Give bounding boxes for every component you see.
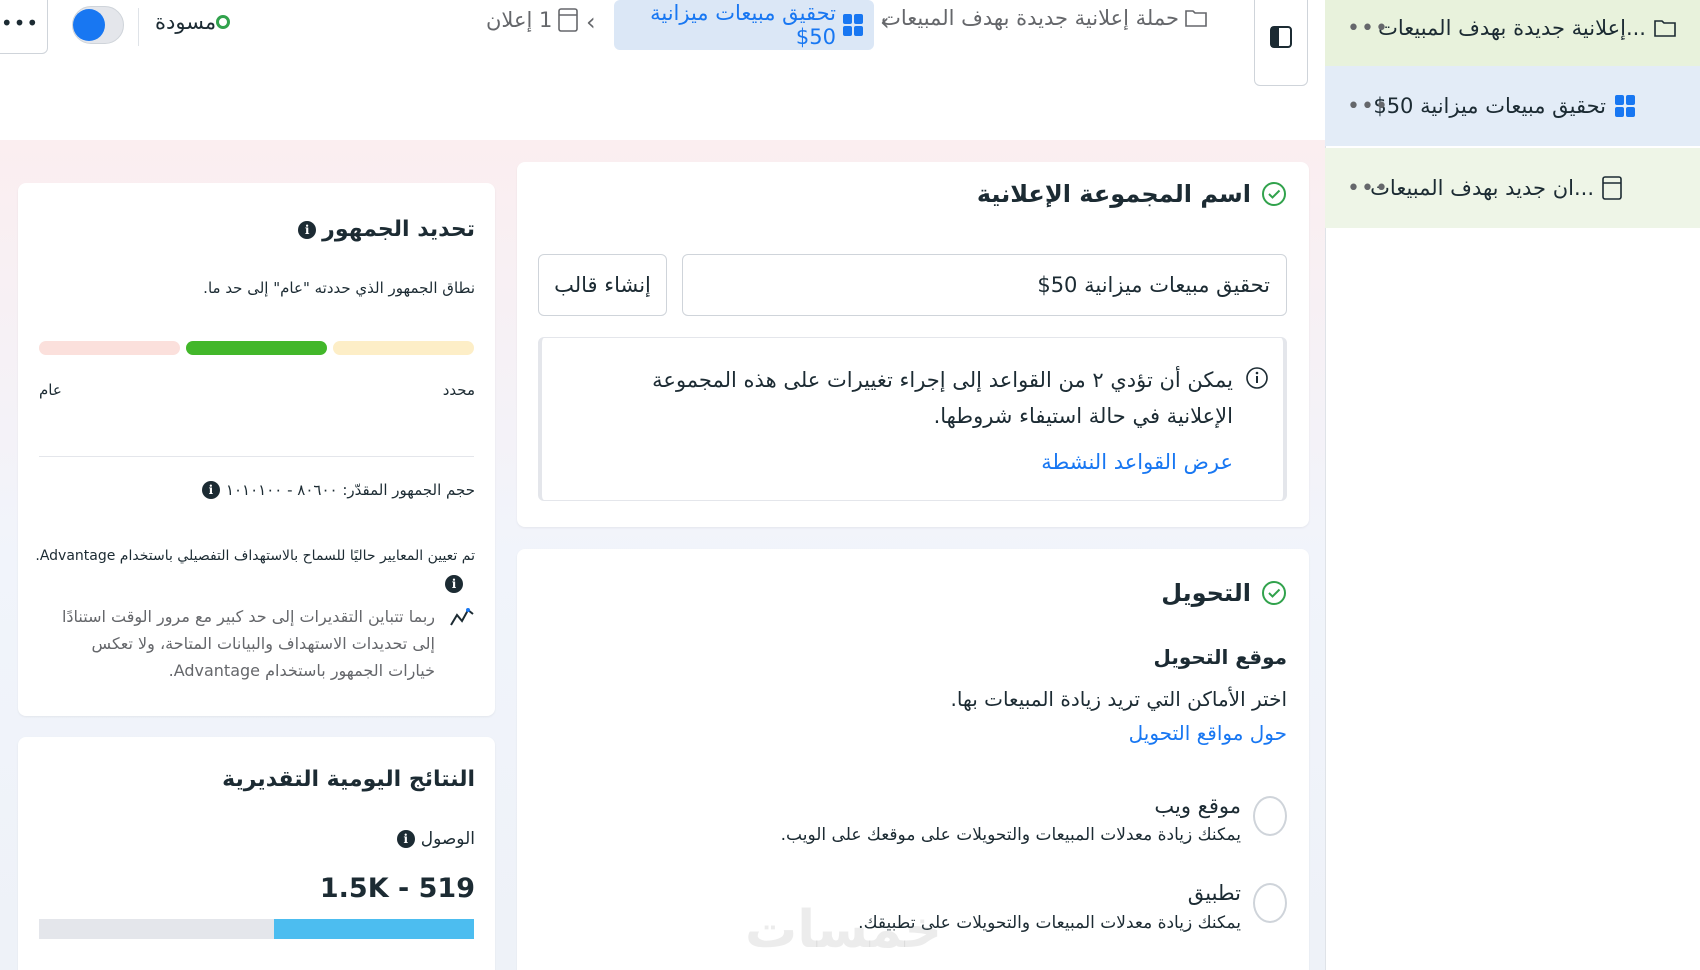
adset-name-input[interactable] [682, 254, 1287, 316]
ad-icon [558, 8, 579, 32]
audience-heading: تحديد الجمهور [322, 217, 475, 242]
reach-label-text: الوصول [420, 829, 475, 849]
sidebar-item-campaign[interactable]: ...إعلانية جديدة بهدف المبيعات ••• [1325, 0, 1700, 68]
check-circle-icon [1261, 181, 1287, 207]
breadcrumb-campaign[interactable]: حملة إعلانية جديدة بهدف المبيعات [881, 6, 1207, 30]
conversion-description: اختر الأماكن التي تريد زيادة المبيعات به… [950, 687, 1287, 711]
divider [138, 8, 139, 46]
more-icon: ••• [0, 11, 40, 35]
adset-grid-icon [1614, 94, 1636, 118]
website-radio[interactable] [1253, 796, 1287, 836]
top-bar: حملة إعلانية جديدة بهدف المبيعات › تحقيق… [0, 0, 1325, 86]
adset-name-heading: اسم المجموعة الإعلانية [976, 180, 1251, 208]
daily-results-title: النتائج اليومية التقديرية [222, 767, 475, 792]
draft-status-icon [216, 15, 231, 29]
chevron-icon: › [880, 8, 890, 36]
panel-toggle-button[interactable] [1254, 0, 1308, 86]
adset-name-title: اسم المجموعة الإعلانية [977, 180, 1287, 208]
app-option-title: تطبيق [1187, 881, 1241, 905]
info-icon[interactable]: i [298, 220, 317, 239]
sidebar-item-label: ...ان جديد بهدف المبيعات [1370, 176, 1594, 200]
reach-bar-fill [273, 919, 474, 939]
conversion-title: التحويل [1161, 579, 1287, 607]
more-icon[interactable]: ••• [1347, 94, 1389, 119]
audience-meter-specific [333, 341, 474, 355]
info-icon[interactable]: i [445, 575, 463, 593]
app-radio[interactable] [1253, 883, 1287, 923]
status-label: مسودة [155, 10, 217, 34]
breadcrumb-ads[interactable]: 1 إعلان [486, 8, 579, 32]
adset-name-card: اسم المجموعة الإعلانية إنشاء قالب يمكن أ… [517, 162, 1309, 527]
folder-icon [1185, 8, 1207, 28]
conversion-heading: التحويل [1161, 579, 1251, 607]
view-active-rules-link[interactable]: عرض القواعد النشطة [1041, 450, 1233, 474]
breadcrumb-adset-label: تحقيق مبيعات ميزانية 50$ [650, 1, 836, 49]
sidebar-item-label: ...إعلانية جديدة بهدف المبيعات [1378, 16, 1646, 40]
estimated-daily-results-card: النتائج اليومية التقديرية الوصول i 1.5K … [18, 737, 495, 970]
create-template-button[interactable]: إنشاء قالب [538, 254, 667, 316]
meter-label-broad: عام [39, 381, 62, 399]
info-icon[interactable]: i [201, 481, 220, 499]
more-options-button[interactable]: ••• [0, 0, 48, 54]
conversion-location-label: موقع التحويل [1153, 645, 1288, 669]
meter-label-specific: محدد [442, 381, 475, 399]
website-option-desc: يمكنك زيادة معدلات المبيعات والتحويلات ع… [780, 825, 1241, 845]
rules-text: يمكن أن تؤدي ٢ من القواعد إلى إجراء تغيي… [652, 368, 1233, 428]
sidebar-toggle-icon [1269, 25, 1293, 53]
structure-sidebar: ...إعلانية جديدة بهدف المبيعات ••• تحقيق… [1325, 0, 1700, 970]
breadcrumb-campaign-label: حملة إعلانية جديدة بهدف المبيعات [881, 6, 1179, 30]
trend-icon [449, 605, 475, 633]
rules-notice: يمكن أن تؤدي ٢ من القواعد إلى إجراء تغيي… [538, 337, 1287, 501]
audience-meter-active [186, 341, 327, 355]
more-icon[interactable]: ••• [1347, 176, 1389, 201]
website-option-title: موقع ويب [1154, 794, 1241, 818]
publish-toggle[interactable] [72, 6, 124, 44]
breadcrumb-ads-label: 1 إعلان [486, 8, 553, 32]
info-icon [1245, 366, 1269, 394]
chevron-icon: › [586, 8, 596, 36]
audience-title: تحديد الجمهور i [298, 217, 475, 242]
advantage-note: تم تعيين المعايير حاليًا للسماح بالاستهد… [35, 548, 475, 564]
reach-bar [39, 919, 474, 939]
reach-value: 1.5K - 519 [319, 873, 475, 904]
about-conversion-locations-link[interactable]: حول مواقع التحويل [1129, 721, 1287, 745]
toggle-knob [73, 9, 105, 41]
audience-meter-broad [39, 341, 180, 355]
breadcrumb-adset[interactable]: تحقيق مبيعات ميزانية 50$ [614, 0, 874, 50]
audience-size-text: حجم الجمهور المقدّر: ٨٠٦٠٠ - ١٠١٠١٠٠ [225, 481, 475, 499]
estimate-variance-note: ربما تتباين التقديرات إلى حد كبير مع مرو… [61, 607, 435, 680]
more-icon[interactable]: ••• [1347, 16, 1389, 41]
divider [39, 456, 474, 457]
info-icon[interactable]: i [396, 830, 415, 848]
check-circle-icon [1261, 580, 1287, 606]
audience-description: نطاق الجمهور الذي حددته "عام" إلى حد ما. [203, 279, 475, 297]
sidebar-item-label: تحقيق مبيعات ميزانية 50$ [1373, 94, 1606, 118]
sidebar-item-ad[interactable]: ...ان جديد بهدف المبيعات ••• [1325, 148, 1700, 228]
adset-grid-icon [842, 13, 864, 37]
audience-definition-card: تحديد الجمهور i نطاق الجمهور الذي حددته … [18, 183, 495, 716]
status-draft: مسودة [155, 10, 240, 34]
audience-size: حجم الجمهور المقدّر: ٨٠٦٠٠ - ١٠١٠١٠٠ i [201, 481, 475, 499]
ad-icon [1602, 176, 1622, 200]
watermark: خمسات [745, 900, 943, 960]
folder-icon [1654, 18, 1676, 38]
reach-label: الوصول i [396, 829, 475, 849]
sidebar-item-adset[interactable]: تحقيق مبيعات ميزانية 50$ ••• [1325, 66, 1700, 146]
